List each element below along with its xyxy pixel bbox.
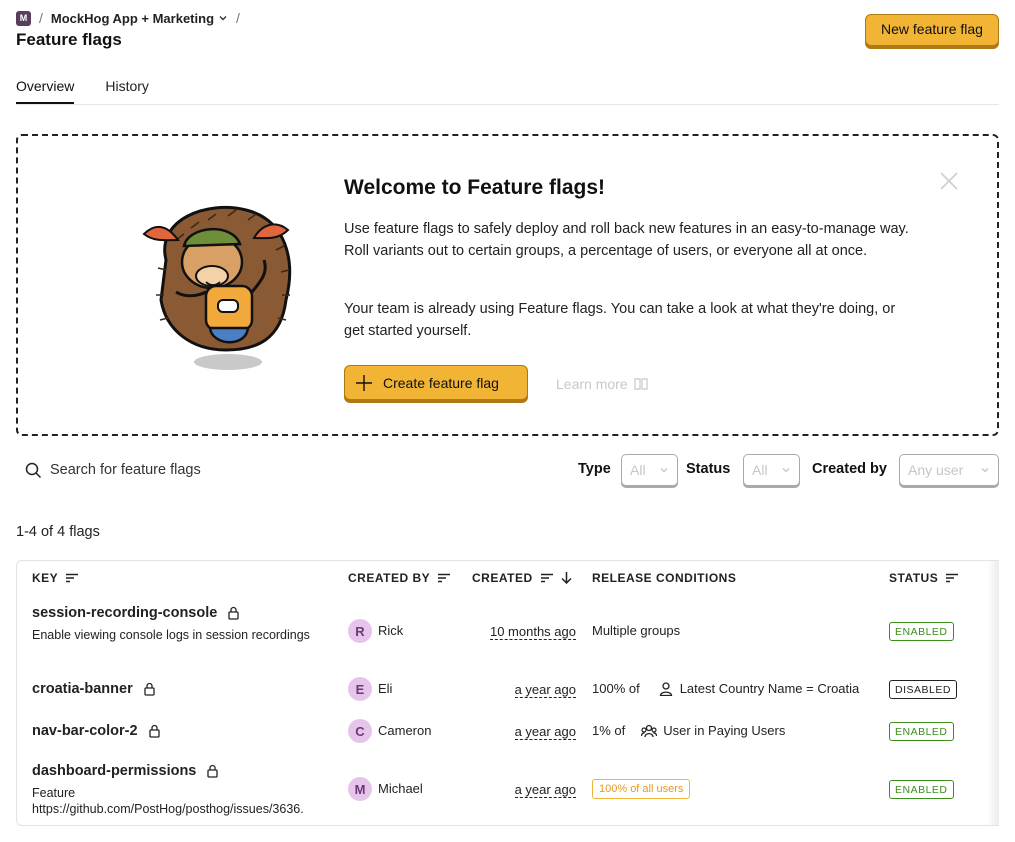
creator-name: Cameron: [378, 723, 432, 738]
status-badge: ENABLED: [889, 622, 954, 641]
sort-icon: [946, 573, 959, 583]
breadcrumb-separator: /: [236, 10, 240, 26]
type-filter-value: All: [630, 462, 646, 478]
status-badge: ENABLED: [889, 780, 954, 799]
status-badge: ENABLED: [889, 722, 954, 741]
welcome-team-note: Your team is already using Feature flags…: [344, 301, 896, 339]
created-time: a year ago: [514, 782, 576, 798]
breadcrumb: M / MockHog App + Marketing /: [16, 10, 240, 26]
new-feature-flag-button[interactable]: New feature flag: [865, 14, 999, 46]
created-by-filter-label: Created by: [812, 461, 887, 477]
column-header-key-label: KEY: [32, 571, 59, 585]
project-badge[interactable]: M: [16, 10, 31, 26]
flag-key-link[interactable]: croatia-banner: [32, 681, 156, 697]
welcome-description: Use feature flags to safely deploy and r…: [344, 221, 909, 259]
lock-icon: [148, 724, 160, 738]
search-icon: [25, 462, 42, 478]
condition-percentage: 1% of: [592, 723, 626, 738]
welcome-title: Welcome to Feature flags!: [344, 176, 606, 199]
status-filter-select[interactable]: All: [743, 454, 800, 486]
tab-history[interactable]: History: [105, 78, 149, 104]
column-header-release-conditions: RELEASE CONDITIONS: [592, 571, 737, 585]
flag-description: Enable viewing console logs in session r…: [32, 628, 310, 642]
column-header-key[interactable]: KEY: [32, 571, 79, 585]
create-feature-flag-button[interactable]: Create feature flag: [344, 365, 528, 400]
sort-icon: [66, 573, 79, 583]
learn-more-label: Learn more: [556, 376, 628, 392]
chevron-down-icon: [782, 468, 790, 473]
flag-key-link[interactable]: dashboard-permissions: [32, 763, 219, 779]
flags-table: KEY CREATED BY CREATED RELEASE CONDITION…: [16, 560, 999, 826]
release-condition: 1% of User in Paying Users: [592, 723, 785, 738]
created-by-filter-value: Any user: [908, 462, 964, 478]
flag-key-label: dashboard-permissions: [32, 763, 197, 779]
column-header-created-by[interactable]: CREATED BY: [348, 571, 451, 585]
horizontal-scroll-shadow: [987, 561, 999, 825]
close-icon[interactable]: [938, 170, 960, 192]
lock-icon: [228, 606, 239, 620]
person-icon: [659, 681, 672, 696]
created-time: 10 months ago: [489, 624, 576, 640]
plus-icon: [356, 374, 372, 391]
breadcrumb-separator: /: [39, 10, 43, 26]
project-name: MockHog App + Marketing: [50, 10, 215, 26]
flag-key-link[interactable]: nav-bar-color-2: [32, 723, 161, 739]
creator-name: Eli: [378, 681, 393, 696]
creator-name: Michael: [378, 781, 423, 796]
new-feature-flag-label: New feature flag: [881, 21, 983, 37]
column-header-created-by-label: CREATED BY: [348, 571, 431, 585]
release-condition: 100% of Latest Country Name = Croatia: [592, 681, 859, 696]
welcome-panel: Welcome to Feature flags! Use feature fl…: [16, 134, 999, 436]
created-time: a year ago: [514, 724, 576, 740]
created-time: a year ago: [514, 682, 576, 698]
project-switcher[interactable]: MockHog App + Marketing: [51, 11, 228, 26]
users-icon: [641, 724, 658, 737]
avatar: R: [348, 619, 372, 643]
condition-percentage: 100% of: [592, 681, 640, 696]
release-condition-badge: 100% of all users: [592, 779, 691, 799]
book-icon: [633, 378, 648, 390]
flag-key-link[interactable]: session-recording-console: [32, 605, 240, 621]
type-filter-label: Type: [578, 461, 611, 477]
status-badge: DISABLED: [889, 680, 957, 699]
flag-key-label: nav-bar-color-2: [32, 723, 138, 739]
sort-icon: [540, 573, 553, 583]
condition-target: Latest Country Name = Croatia: [679, 681, 860, 696]
results-count: 1-4 of 4 flags: [16, 524, 100, 540]
avatar: E: [348, 677, 372, 701]
column-header-status-label: STATUS: [889, 571, 939, 585]
avatar: M: [348, 777, 372, 801]
flag-key-label: session-recording-console: [32, 605, 218, 621]
lock-icon: [207, 764, 219, 778]
tab-overview[interactable]: Overview: [16, 78, 75, 104]
page-title: Feature flags: [16, 30, 122, 49]
lock-icon: [144, 682, 155, 696]
search-bar: [16, 455, 336, 485]
flag-key-label: croatia-banner: [32, 681, 133, 697]
hedgehog-illustration: [142, 205, 292, 370]
chevron-down-icon: [660, 468, 668, 473]
learn-more-link[interactable]: Learn more: [556, 376, 648, 392]
chevron-down-icon: [219, 16, 227, 21]
flag-description: Feature https://github.com/PostHog/posth…: [32, 786, 304, 816]
sort-icon: [438, 573, 451, 583]
arrow-down-icon: [561, 572, 572, 584]
tabs: Overview History: [16, 78, 149, 104]
status-filter-label: Status: [686, 461, 731, 477]
creator-name: Rick: [378, 623, 404, 638]
tabs-divider: [16, 104, 999, 105]
type-filter-select[interactable]: All: [621, 454, 678, 486]
chevron-down-icon: [981, 468, 989, 473]
search-input[interactable]: [50, 462, 320, 478]
status-filter-value: All: [752, 462, 768, 478]
column-header-status[interactable]: STATUS: [889, 571, 959, 585]
column-header-created-label: CREATED: [472, 571, 533, 585]
column-header-created[interactable]: CREATED: [472, 571, 572, 585]
avatar: C: [348, 719, 372, 743]
condition-target: User in Paying Users: [663, 723, 786, 738]
create-feature-flag-label: Create feature flag: [383, 374, 499, 391]
created-by-filter-select[interactable]: Any user: [899, 454, 999, 486]
release-condition: Multiple groups: [592, 623, 681, 638]
